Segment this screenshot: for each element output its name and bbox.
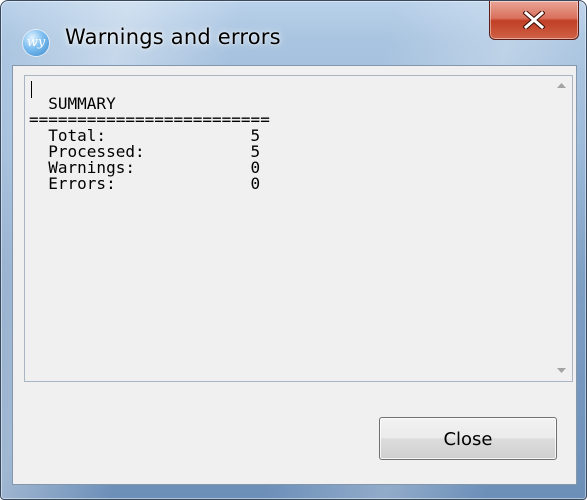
summary-text[interactable]: SUMMARY ========================= Total:… [29, 80, 544, 377]
close-icon [523, 11, 545, 29]
scroll-down-button[interactable] [551, 361, 572, 381]
scroll-up-button[interactable] [551, 76, 572, 96]
dialog-client-area: SUMMARY ========================= Total:… [12, 65, 577, 485]
output-textarea[interactable]: SUMMARY ========================= Total:… [24, 75, 573, 382]
dialog-window: wy Warnings and errors SUMMARY =========… [0, 0, 587, 500]
close-button[interactable]: Close [379, 417, 557, 460]
scroll-up-arrow-icon [557, 83, 566, 88]
window-close-button[interactable] [489, 1, 579, 40]
title-bar[interactable]: wy Warnings and errors [1, 1, 586, 67]
scrollbar-track[interactable] [551, 96, 572, 361]
app-logo-icon: wy [23, 30, 49, 56]
scroll-down-arrow-icon [557, 368, 566, 373]
window-title: Warnings and errors [65, 25, 281, 49]
vertical-scrollbar[interactable] [551, 76, 572, 381]
